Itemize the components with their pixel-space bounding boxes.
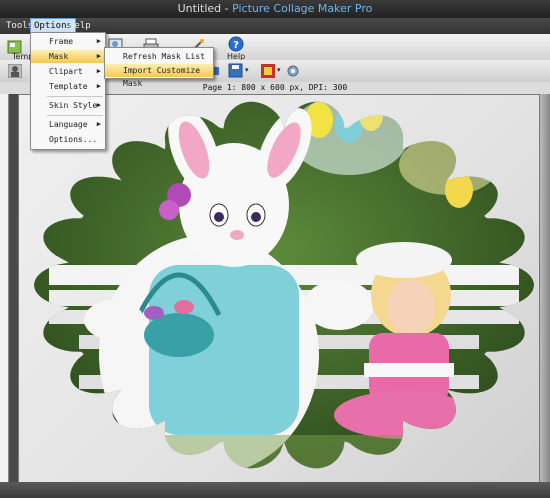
- menu-item-refresh-mask-list[interactable]: Refresh Mask List: [105, 50, 213, 63]
- svg-text:?: ?: [233, 40, 239, 51]
- menu-item-mask[interactable]: Mask ▶: [31, 50, 105, 63]
- submenu-arrow-icon: ▶: [96, 120, 101, 128]
- save-dropdown-icon[interactable]: ▾: [245, 66, 249, 74]
- app-name: Picture Collage Maker Pro: [232, 2, 373, 15]
- menu-item-template[interactable]: Template ▶: [31, 80, 105, 93]
- masked-photo: [34, 101, 534, 469]
- menu-help[interactable]: Help: [66, 19, 94, 33]
- submenu-arrow-icon: ▶: [96, 37, 101, 45]
- title-bar: Untitled - Picture Collage Maker Pro: [0, 0, 550, 18]
- status-bar: [0, 482, 550, 498]
- collage-photo[interactable]: [19, 95, 539, 483]
- person-button[interactable]: [7, 63, 23, 79]
- mask-submenu: Refresh Mask List Import Customize Mask: [104, 47, 214, 88]
- settings-button[interactable]: [286, 64, 300, 78]
- frame-button[interactable]: [260, 63, 276, 79]
- menu-item-import-customize-mask[interactable]: Import Customize Mask: [105, 64, 213, 88]
- collage-canvas[interactable]: [18, 94, 540, 484]
- menu-item-clipart[interactable]: Clipart ▶: [31, 65, 105, 78]
- frame-icon: [261, 64, 275, 78]
- submenu-arrow-icon: ▶: [96, 101, 101, 109]
- person-icon: [7, 63, 23, 79]
- menu-item-frame[interactable]: Frame ▶: [31, 35, 105, 48]
- gear-icon: [287, 65, 299, 77]
- submenu-arrow-icon: ▶: [96, 67, 101, 75]
- left-panel: [0, 94, 9, 498]
- save-button[interactable]: [228, 63, 244, 79]
- menu-separator: [47, 115, 103, 116]
- frame-dropdown-icon[interactable]: ▾: [277, 66, 281, 74]
- help-button[interactable]: ?: [228, 36, 244, 52]
- help-icon: ?: [228, 36, 244, 52]
- vertical-scrollbar[interactable]: [540, 94, 550, 498]
- submenu-arrow-icon: ▶: [96, 52, 101, 60]
- menu-separator: [47, 96, 103, 97]
- window-title: Untitled -: [177, 2, 233, 15]
- floppy-icon: [228, 63, 243, 78]
- menu-item-skin-style[interactable]: Skin Style ▶: [31, 99, 105, 112]
- options-menu: Frame ▶ Mask ▶ Clipart ▶ Template ▶ Skin…: [30, 32, 106, 150]
- menu-item-options[interactable]: Options...: [31, 133, 105, 146]
- submenu-arrow-icon: ▶: [96, 82, 101, 90]
- menu-item-language[interactable]: Language ▶: [31, 118, 105, 131]
